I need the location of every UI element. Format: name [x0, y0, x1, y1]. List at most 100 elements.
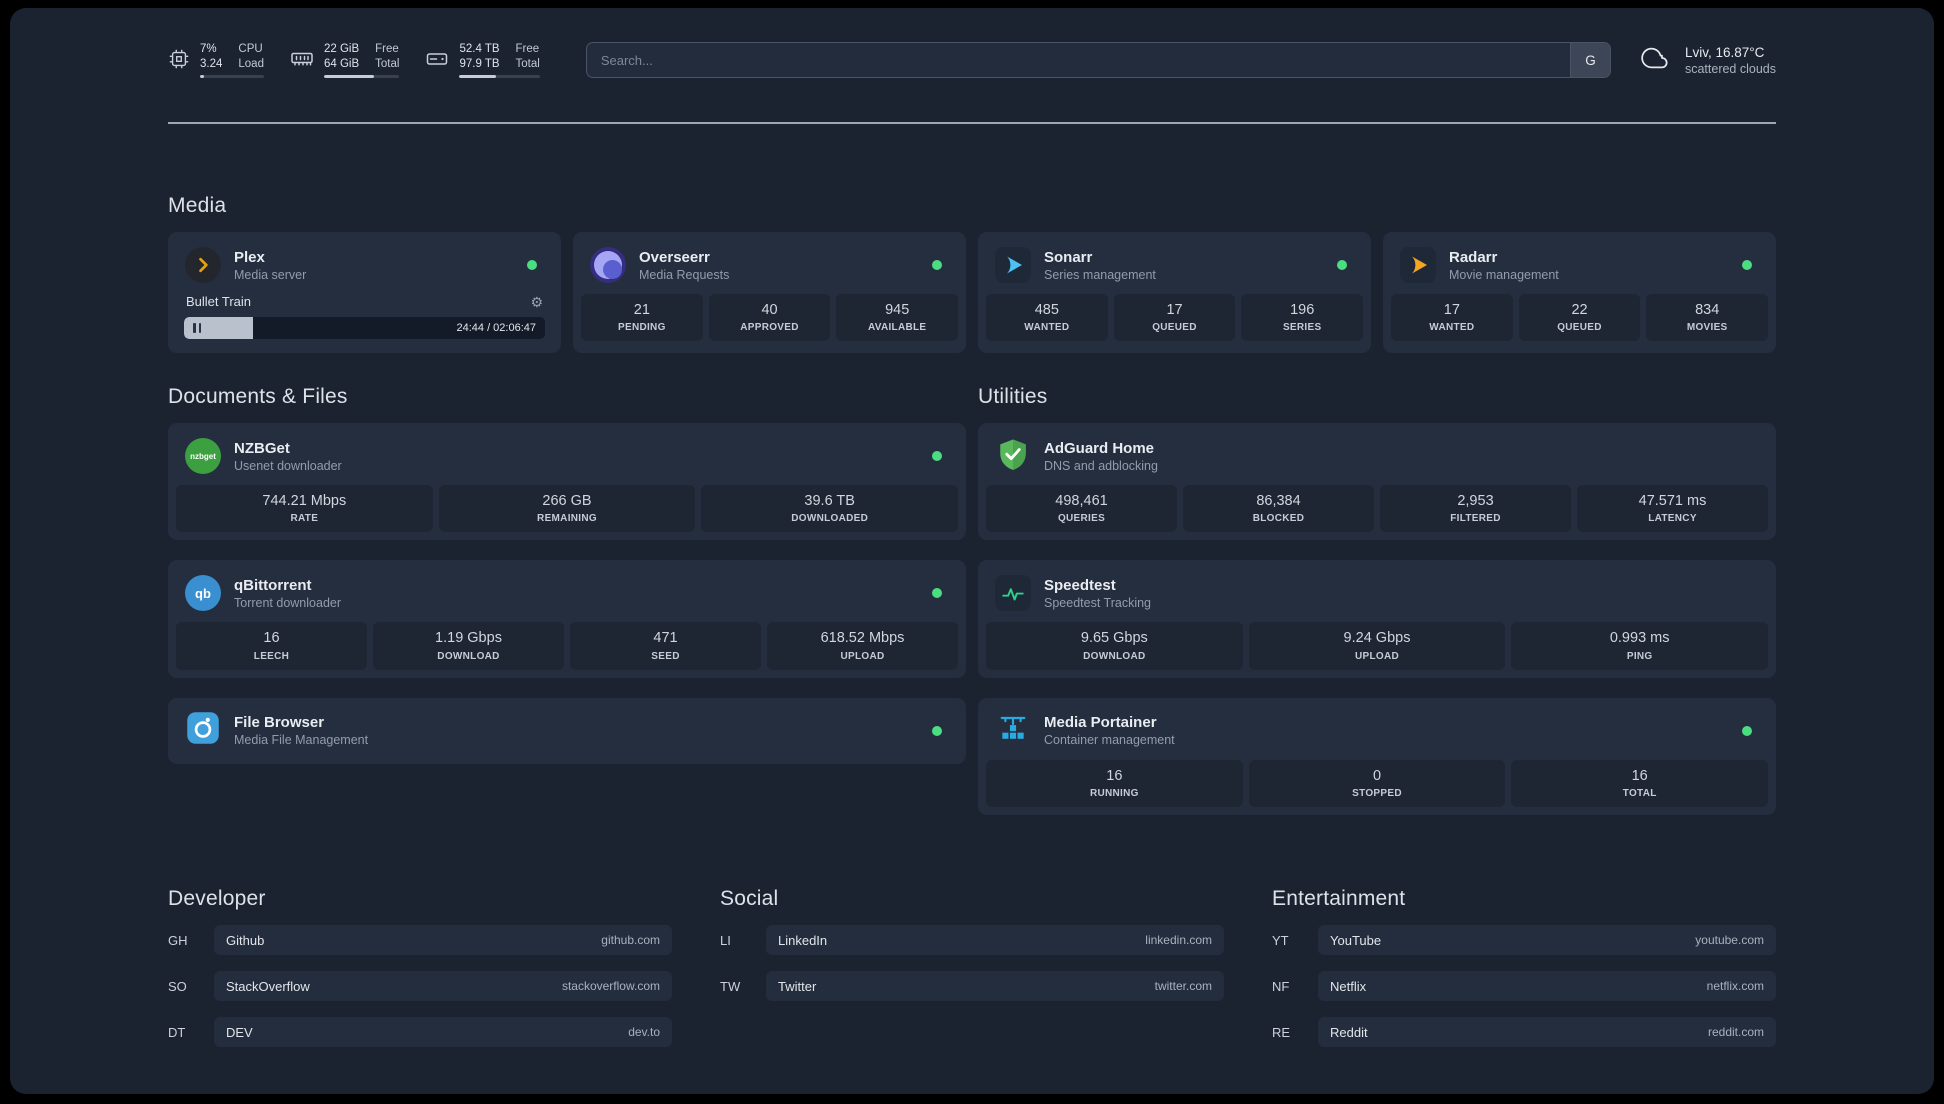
- plex-now-playing: Bullet Train 24:44 / 02:06:47: [174, 292, 555, 347]
- bookmark-youtube[interactable]: YT YouTube youtube.com: [1272, 925, 1776, 956]
- disk-total-label: Total: [515, 57, 540, 70]
- section-heading-entertainment: Entertainment: [1272, 887, 1406, 911]
- bookmark-name: DEV: [226, 1024, 253, 1040]
- portainer-crane-icon: [997, 712, 1029, 749]
- service-card-adguard[interactable]: AdGuard Home DNS and adblocking 498,461 …: [978, 423, 1776, 541]
- bookmark-url: netflix.com: [1706, 979, 1764, 994]
- bookmark-abbr: NF: [1272, 978, 1290, 994]
- stat-tile-pending: 21 PENDING: [581, 294, 703, 342]
- service-desc: Torrent downloader: [234, 595, 342, 610]
- service-card-nzbget[interactable]: nzbget NZBGet Usenet downloader 744.21 M…: [168, 423, 966, 541]
- weather-location: Lviv, 16.87°C: [1684, 44, 1765, 60]
- disk-total-value: 97.9 TB: [459, 57, 500, 70]
- stat-tile-series: 196 SERIES: [1241, 294, 1364, 342]
- service-desc: Speedtest Tracking: [1044, 595, 1152, 610]
- memory-total-value: 64 GiB: [323, 57, 360, 70]
- overseerr-icon: [590, 247, 626, 283]
- memory-free-label: Free: [375, 42, 399, 55]
- bookmark-group-developer: Developer GH Github github.com SO StackO…: [168, 887, 672, 1063]
- stat-tile-latency: 47.571 ms LATENCY: [1577, 485, 1768, 533]
- service-name: File Browser: [234, 714, 325, 732]
- qbittorrent-icon: qb: [185, 575, 221, 612]
- service-card-filebrowser[interactable]: File Browser Media File Management: [168, 697, 966, 764]
- stat-tile-total: 16 TOTAL: [1511, 759, 1769, 808]
- search-input[interactable]: [586, 43, 1570, 77]
- service-desc: Media server: [234, 267, 307, 282]
- playback-progress-bar[interactable]: 24:44 / 02:06:47: [184, 317, 545, 339]
- service-name: Radarr: [1449, 248, 1498, 266]
- weather-condition: scattered clouds: [1684, 61, 1776, 76]
- cpu-load-label: Load: [238, 57, 264, 70]
- stat-tile-queries: 498,461 QUERIES: [986, 485, 1177, 533]
- service-desc: Media File Management: [234, 733, 369, 748]
- section-heading-utilities: Utilities: [978, 385, 1048, 408]
- stat-tile-upload: 9.24 Gbps UPLOAD: [1248, 622, 1506, 670]
- service-name: Overseerr: [639, 248, 710, 266]
- bookmark-abbr: SO: [168, 978, 187, 994]
- sonarr-icon: [995, 247, 1031, 283]
- weather-widget: Lviv, 16.87°C scattered clouds: [1637, 44, 1776, 77]
- service-card-speedtest[interactable]: Speedtest Speedtest Tracking 9.65 Gbps D…: [978, 560, 1776, 678]
- stat-tile-download: 9.65 Gbps DOWNLOAD: [986, 622, 1243, 670]
- bookmark-abbr: RE: [1272, 1024, 1291, 1040]
- disk-free-label: Free: [515, 42, 540, 55]
- bookmark-name: LinkedIn: [778, 932, 828, 948]
- stat-tile-upload: 618.52 Mbps UPLOAD: [767, 622, 958, 670]
- memory-icon: [290, 42, 314, 76]
- service-desc: Media Requests: [639, 267, 730, 282]
- bookmark-reddit[interactable]: RE Reddit reddit.com: [1272, 1017, 1776, 1048]
- bookmark-name: YouTube: [1330, 932, 1382, 948]
- search-engine-button[interactable]: G: [1569, 43, 1610, 77]
- dashboard-container: 7% CPU 3.24 Load 22 GiB Free 64 GiB Tota…: [10, 8, 1934, 1063]
- service-name: Sonarr: [1044, 248, 1093, 266]
- bookmark-url: stackoverflow.com: [561, 979, 660, 994]
- service-card-portainer[interactable]: Media Portainer Container management 16 …: [978, 697, 1776, 816]
- stat-tile-ping: 0.993 ms PING: [1511, 622, 1769, 670]
- section-utilities: Utilities AdGuard Home DNS and adblockin…: [978, 385, 1776, 816]
- stat-tile-blocked: 86,384 BLOCKED: [1183, 485, 1374, 533]
- bookmark-abbr: LI: [720, 932, 731, 948]
- section-heading-developer: Developer: [168, 887, 266, 911]
- stat-tile-wanted: 17 WANTED: [1391, 294, 1513, 342]
- bookmark-name: Twitter: [778, 978, 817, 994]
- bookmark-abbr: GH: [168, 932, 188, 948]
- service-desc: DNS and adblocking: [1044, 458, 1158, 473]
- cpu-chip-icon: [168, 42, 190, 76]
- memory-usage-bar: [323, 75, 400, 79]
- radarr-icon: [1400, 247, 1436, 283]
- bookmark-twitter[interactable]: TW Twitter twitter.com: [720, 971, 1224, 1002]
- section-heading-social: Social: [720, 887, 779, 911]
- bookmark-url: linkedin.com: [1145, 933, 1212, 948]
- bookmark-url: reddit.com: [1707, 1025, 1764, 1040]
- bookmark-netflix[interactable]: NF Netflix netflix.com: [1272, 971, 1776, 1002]
- cloud-icon: [1637, 44, 1673, 77]
- bookmark-stackoverflow[interactable]: SO StackOverflow stackoverflow.com: [168, 971, 672, 1002]
- speedtest-graph-icon: [995, 575, 1031, 612]
- bookmark-dev[interactable]: DT DEV dev.to: [168, 1017, 672, 1048]
- service-card-plex[interactable]: Plex Media server Bullet Train ⚙ 24:44 /…: [168, 232, 561, 353]
- disk-free-value: 52.4 TB: [459, 42, 500, 55]
- service-card-radarr[interactable]: Radarr Movie management 17 WANTED 22 QUE…: [1383, 232, 1776, 353]
- service-card-qbittorrent[interactable]: qb qBittorrent Torrent downloader 16 LEE…: [168, 560, 966, 678]
- service-card-overseerr[interactable]: Overseerr Media Requests 21 PENDING 40 A…: [573, 232, 966, 353]
- section-media: Media Plex Media server Bullet Train ⚙ 2…: [168, 194, 1776, 353]
- stat-tile-stopped: 0 STOPPED: [1248, 759, 1506, 808]
- disk-usage-bar: [459, 75, 540, 79]
- bookmark-group-social: Social LI LinkedIn linkedin.com TW Twitt…: [720, 887, 1224, 1063]
- adguard-shield-icon: [996, 437, 1030, 476]
- gear-icon[interactable]: [530, 295, 543, 309]
- bookmark-abbr: DT: [168, 1024, 186, 1040]
- service-card-sonarr[interactable]: Sonarr Series management 485 WANTED 17 Q…: [978, 232, 1371, 353]
- section-heading-media: Media: [168, 194, 227, 217]
- status-dot: [1742, 725, 1752, 736]
- stat-tile-downloaded: 39.6 TB DOWNLOADED: [701, 485, 959, 533]
- memory-free-value: 22 GiB: [323, 42, 360, 55]
- stat-tile-seed: 471 SEED: [570, 622, 761, 670]
- status-dot: [932, 451, 942, 461]
- pause-icon[interactable]: [193, 323, 201, 333]
- service-desc: Movie management: [1449, 267, 1559, 282]
- now-playing-title: Bullet Train: [186, 294, 252, 309]
- bookmark-github[interactable]: GH Github github.com: [168, 925, 672, 956]
- stat-tile-wanted: 485 WANTED: [986, 294, 1108, 342]
- bookmark-linkedin[interactable]: LI LinkedIn linkedin.com: [720, 925, 1224, 956]
